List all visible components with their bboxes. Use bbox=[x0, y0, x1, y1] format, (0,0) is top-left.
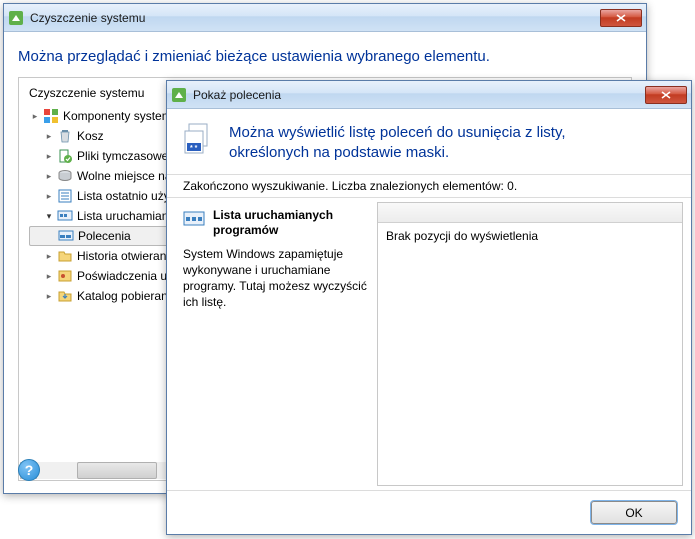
ok-button[interactable]: OK bbox=[591, 501, 677, 524]
temp-files-icon bbox=[57, 148, 73, 164]
windows-icon bbox=[43, 108, 59, 124]
app-icon bbox=[171, 87, 187, 103]
search-status: Zakończono wyszukiwanie. Liczba znalezio… bbox=[167, 174, 691, 198]
run-icon bbox=[57, 208, 73, 224]
expander-icon[interactable]: ▸ bbox=[43, 190, 55, 202]
scroll-thumb[interactable] bbox=[77, 462, 157, 479]
expander-icon[interactable]: ▸ bbox=[43, 170, 55, 182]
tree-item-label: Poświadczenia uży bbox=[77, 269, 179, 283]
app-icon bbox=[8, 10, 24, 26]
expander-icon[interactable]: ▸ bbox=[29, 110, 41, 122]
header-line-2: określonych na podstawie maski. bbox=[229, 143, 566, 163]
window-title: Czyszczenie systemu bbox=[30, 11, 600, 25]
header-line-1: Można wyświetlić listę poleceń do usunię… bbox=[229, 123, 566, 143]
list-column-header[interactable] bbox=[378, 203, 682, 223]
expander-open-icon[interactable]: ▾ bbox=[43, 210, 55, 222]
downloads-folder-icon bbox=[57, 288, 73, 304]
tree-item-label: Historia otwierany bbox=[77, 249, 172, 263]
section-title: Lista uruchamianych programów bbox=[213, 208, 369, 238]
titlebar[interactable]: Pokaż polecenia bbox=[167, 81, 691, 109]
expander-icon[interactable]: ▸ bbox=[43, 250, 55, 262]
tree-item-label: Lista ostatnio uży bbox=[77, 189, 170, 203]
dialog-header: * * Można wyświetlić listę poleceń do us… bbox=[167, 109, 691, 174]
header-text: Można wyświetlić listę poleceń do usunię… bbox=[229, 123, 566, 164]
window-title: Pokaż polecenia bbox=[193, 88, 645, 102]
results-list[interactable]: Brak pozycji do wyświetlenia bbox=[377, 202, 683, 487]
close-button[interactable] bbox=[600, 9, 642, 27]
expander-icon[interactable]: ▸ bbox=[43, 270, 55, 282]
list-empty-text: Brak pozycji do wyświetlenia bbox=[378, 223, 682, 249]
header-icon: * * bbox=[183, 123, 217, 164]
close-button[interactable] bbox=[645, 86, 687, 104]
disk-icon bbox=[57, 168, 73, 184]
folder-history-icon bbox=[57, 248, 73, 264]
tree-item-label: Katalog pobierania bbox=[77, 289, 177, 303]
expander-icon[interactable]: ▸ bbox=[43, 290, 55, 302]
expander-icon[interactable]: ▸ bbox=[43, 130, 55, 142]
list-icon bbox=[57, 188, 73, 204]
show-commands-window: Pokaż polecenia * * Można wyświetlić lis… bbox=[166, 80, 692, 535]
tree-item-label: Pliki tymczasowe bbox=[77, 149, 168, 163]
tree-item-label: Kosz bbox=[77, 129, 104, 143]
titlebar[interactable]: Czyszczenie systemu bbox=[4, 4, 646, 32]
run-programs-icon bbox=[183, 208, 207, 238]
dialog-footer: OK bbox=[167, 490, 691, 534]
recycle-bin-icon bbox=[57, 128, 73, 144]
tree-item-label: Lista uruchamiany bbox=[77, 209, 174, 223]
svg-text:* *: * * bbox=[190, 145, 198, 152]
description-panel: Lista uruchamianych programów System Win… bbox=[175, 198, 377, 491]
credentials-icon bbox=[57, 268, 73, 284]
tree-item-label: Wolne miejsce na bbox=[77, 169, 172, 183]
banner-text: Można przeglądać i zmieniać bieżące usta… bbox=[18, 48, 632, 65]
commands-icon bbox=[58, 228, 74, 244]
tree-item-label: Polecenia bbox=[78, 229, 131, 243]
help-button[interactable]: ? bbox=[18, 459, 40, 481]
section-description: System Windows zapamiętuje wykonywane i … bbox=[183, 246, 369, 311]
expander-icon[interactable]: ▸ bbox=[43, 150, 55, 162]
